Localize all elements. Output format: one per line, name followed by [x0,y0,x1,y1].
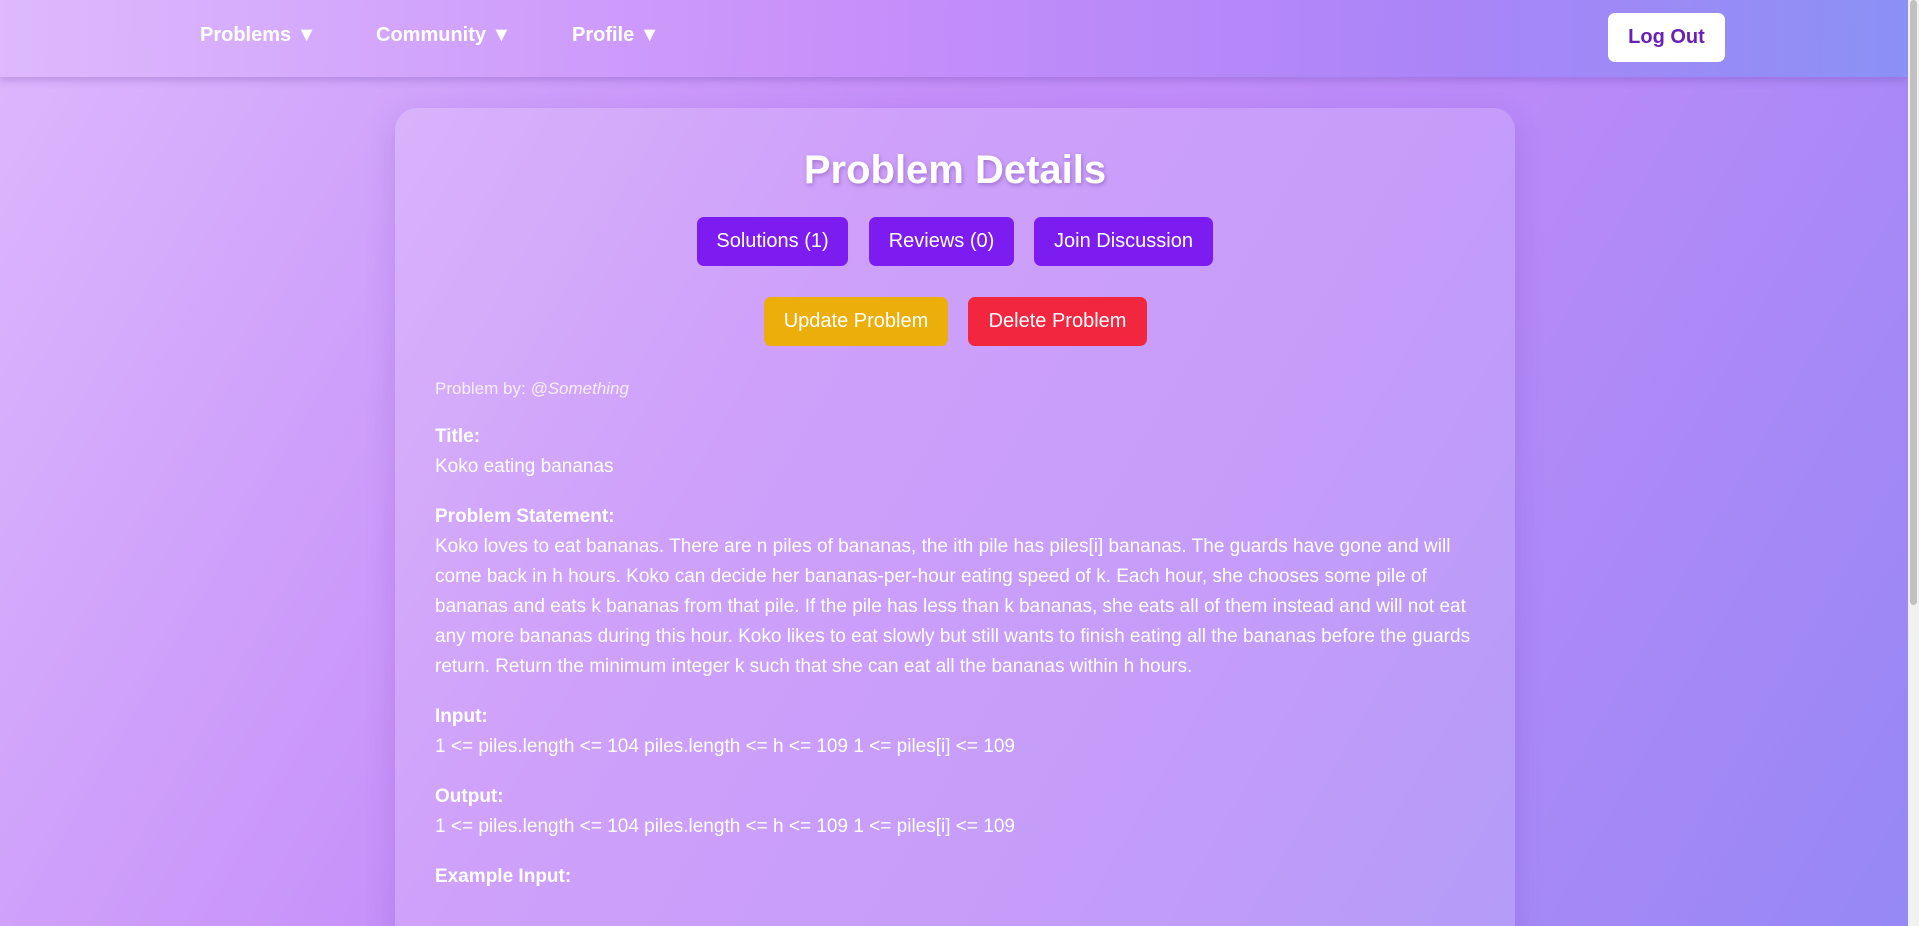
solutions-button[interactable]: Solutions (1) [697,217,848,266]
nav-problems-menu[interactable]: Problems ▼ [200,24,317,47]
statement-field: Problem Statement: Koko loves to eat ban… [435,502,1475,682]
delete-problem-button[interactable]: Delete Problem [968,297,1147,346]
update-problem-button[interactable]: Update Problem [764,297,948,346]
example-input-field: Example Input: [435,862,1475,892]
input-field: Input: 1 <= piles.length <= 104 piles.le… [435,702,1475,762]
example-input-label: Example Input: [435,866,572,887]
scrollbar-thumb[interactable] [1910,0,1917,605]
title-value: Koko eating bananas [435,456,614,477]
page-title: Problem Details [803,148,1107,192]
nav-community-menu[interactable]: Community ▼ [376,24,511,47]
top-navbar: Problems ▼ Community ▼ Profile ▼ Log Out [0,0,1908,77]
join-discussion-button[interactable]: Join Discussion [1034,217,1213,266]
input-label: Input: [435,706,488,727]
title-field: Title: Koko eating bananas [435,422,1475,482]
nav-profile-menu[interactable]: Profile ▼ [572,24,660,47]
statement-label: Problem Statement: [435,506,615,527]
output-field: Output: 1 <= piles.length <= 104 piles.l… [435,782,1475,842]
statement-value: Koko loves to eat bananas. There are n p… [435,536,1471,677]
output-label: Output: [435,786,504,807]
author-prefix: Problem by: [435,379,526,398]
problem-author: Problem by: @Something [435,374,1475,404]
title-label: Title: [435,426,481,447]
page-scrollbar[interactable] [1908,0,1919,926]
reviews-button[interactable]: Reviews (0) [869,217,1014,266]
problem-content: Problem by: @Something Title: Koko eatin… [435,374,1475,912]
input-value: 1 <= piles.length <= 104 piles.length <=… [435,736,1015,757]
logout-button[interactable]: Log Out [1608,13,1725,62]
author-handle: @Something [530,379,629,398]
problem-details-card: Problem Details Solutions (1) Reviews (0… [395,108,1515,926]
page: Problems ▼ Community ▼ Profile ▼ Log Out… [0,0,1908,926]
output-value: 1 <= piles.length <= 104 piles.length <=… [435,816,1015,837]
